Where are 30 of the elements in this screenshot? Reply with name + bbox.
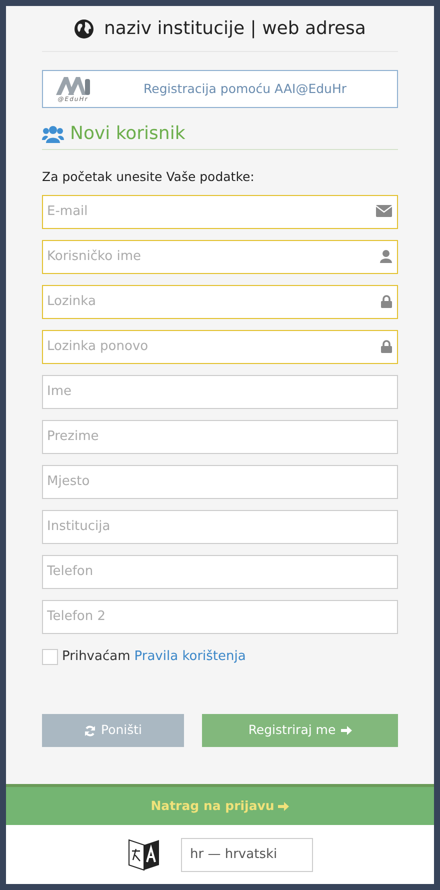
lock-icon (381, 294, 392, 308)
intro-text: Za početak unesite Vaše podatke: (42, 168, 256, 186)
logo-icon (54, 75, 92, 97)
input-field[interactable]: Ime (42, 374, 398, 409)
terms-label: Prihvaćam (62, 648, 130, 666)
input-field[interactable]: Korisničko ime (42, 240, 398, 274)
arrow-right-icon (278, 800, 290, 812)
section-title: Novi korisnik (70, 122, 186, 146)
input-field[interactable]: Institucija (42, 510, 398, 544)
input-field[interactable]: Lozinka ponovo (42, 330, 398, 364)
envelope-icon (376, 204, 392, 217)
input-field[interactable]: Telefon (42, 554, 398, 589)
terms-link[interactable]: Pravila korištenja (134, 646, 246, 666)
language-select[interactable]: hr — hrvatski (181, 838, 313, 872)
register-button[interactable]: Registriraj me (202, 714, 398, 748)
input-field[interactable]: E-mail (42, 194, 398, 229)
input-field[interactable]: Prezime (42, 420, 398, 454)
input-field[interactable]: Mjesto (42, 464, 398, 499)
checkbox[interactable] (42, 648, 58, 664)
back-to-login-link[interactable]: Natrag na prijavu (6, 784, 434, 825)
globe-icon (74, 18, 94, 38)
header-title: naziv institucije | web adresa (104, 17, 366, 41)
input-field[interactable]: Lozinka (42, 284, 398, 319)
input-field[interactable]: Telefon 2 (42, 600, 398, 634)
lock-icon (381, 340, 392, 353)
users-icon (42, 124, 64, 142)
reset-button[interactable]: Poništi (42, 714, 184, 748)
refresh-icon (84, 724, 96, 737)
user-icon (380, 250, 392, 263)
arrow-right-icon (340, 725, 352, 736)
